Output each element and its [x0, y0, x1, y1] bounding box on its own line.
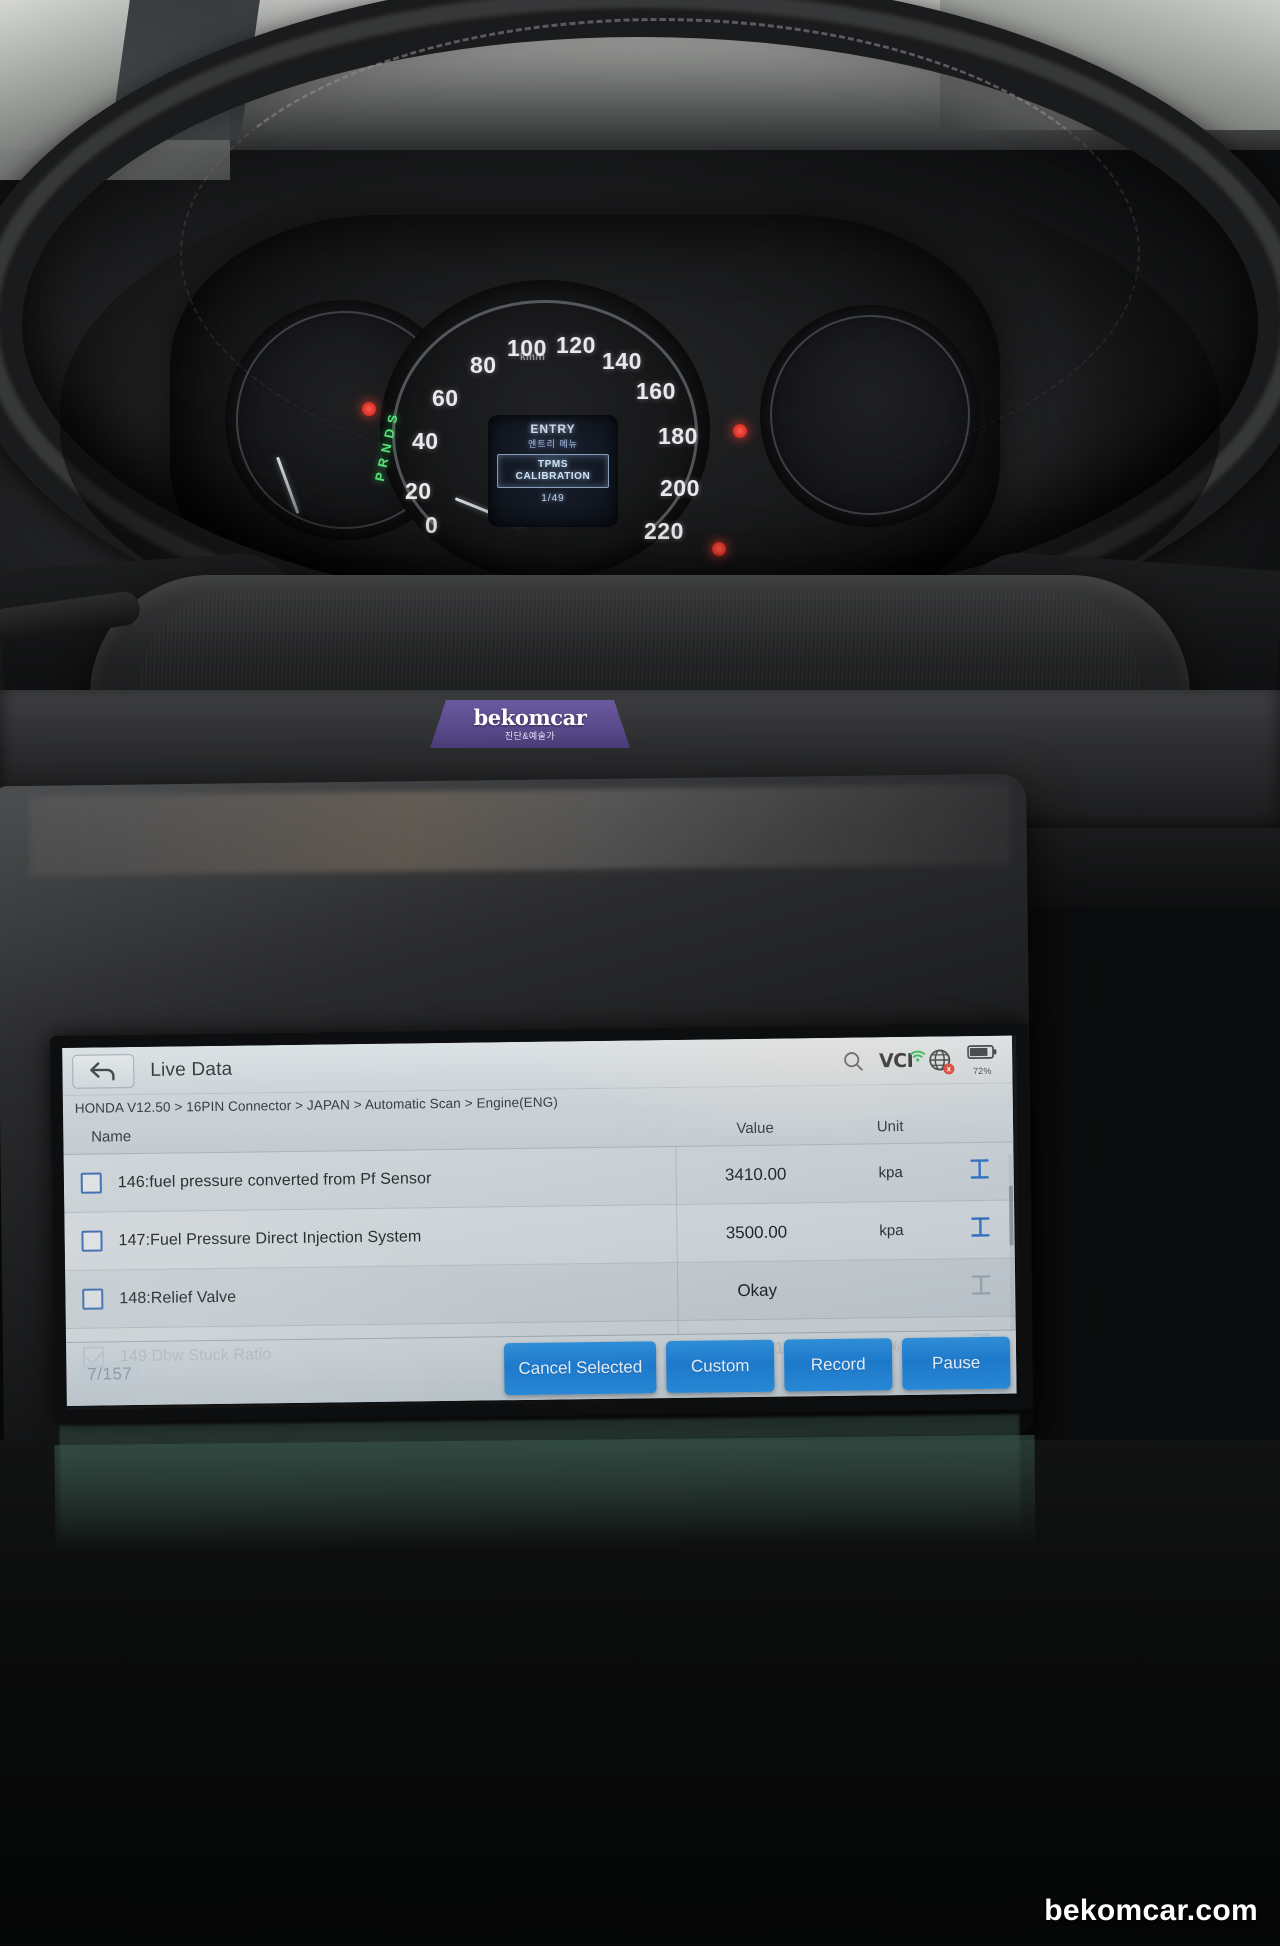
language-button[interactable]: x [927, 1047, 955, 1075]
graph-icon [971, 1275, 991, 1295]
custom-button[interactable]: Custom [665, 1339, 775, 1393]
scrollbar-thumb[interactable] [1008, 1185, 1014, 1246]
checkbox-unchecked[interactable] [81, 1288, 103, 1310]
selection-counter: 7/157 [78, 1360, 142, 1388]
column-header-graph [945, 1125, 1013, 1126]
row-checkbox[interactable] [64, 1172, 118, 1194]
header-icon-group: VCI x 72% [841, 1043, 999, 1077]
battery-percent: 72% [972, 1065, 992, 1076]
pause-button[interactable]: Pause [901, 1336, 1011, 1390]
checkbox-unchecked[interactable] [80, 1172, 102, 1194]
page-title: Live Data [150, 1058, 233, 1081]
column-header-unit: Unit [876, 1117, 904, 1136]
cancel-selected-button[interactable]: Cancel Selected [504, 1340, 657, 1395]
row-checkbox[interactable] [64, 1230, 118, 1252]
row-name: 148:Relief Valve [119, 1288, 237, 1307]
row-graph-button[interactable] [946, 1158, 1014, 1186]
row-unit: kpa [878, 1164, 903, 1182]
row-unit [837, 1288, 947, 1289]
wifi-icon [909, 1045, 926, 1067]
search-icon [843, 1051, 863, 1071]
footer-bar: 7/157 Cancel Selected Custom Record Pause [65, 1329, 1017, 1406]
globe-alert-badge: x [943, 1063, 955, 1075]
graph-icon [970, 1159, 989, 1179]
row-graph-button[interactable] [946, 1216, 1014, 1244]
column-header-value: Value [736, 1119, 774, 1138]
graph-icon [971, 1217, 990, 1237]
search-button[interactable] [841, 1049, 865, 1073]
battery-indicator[interactable]: 72% [966, 1043, 998, 1076]
footer-button-group: Cancel Selected Custom Record Pause [504, 1336, 1011, 1395]
row-graph-button [947, 1274, 1015, 1302]
badge-subtitle: 진단&예술가 [504, 730, 556, 741]
column-header-name: Name [91, 1128, 132, 1146]
checkbox-unchecked[interactable] [80, 1230, 103, 1252]
badge-brand: bekomcar [473, 704, 587, 730]
tablet-glare [29, 784, 1011, 876]
screen-reflection [59, 1414, 1021, 1546]
row-checkbox[interactable] [65, 1288, 119, 1310]
site-watermark: bekomcar.com [1044, 1894, 1258, 1927]
diagnostic-tablet-screen: Live Data VCI x 72% HONDA V12.50 > 16PIN… [62, 1035, 1017, 1406]
dashboard-photo: 0 20 40 60 80 100 120 140 160 180 200 22… [0, 0, 1280, 1946]
record-button[interactable]: Record [783, 1337, 893, 1392]
back-button[interactable] [72, 1053, 135, 1089]
back-arrow-icon [90, 1061, 115, 1081]
battery-icon [967, 1044, 997, 1059]
row-unit: kpa [879, 1222, 904, 1240]
row-value: 3500.00 [725, 1222, 788, 1242]
row-value: Okay [737, 1280, 778, 1300]
bekomcar-badge: bekomcar 진단&예술가 [430, 700, 630, 748]
vci-status-button[interactable]: VCI [879, 1049, 926, 1072]
row-value: 3410.00 [724, 1164, 787, 1184]
row-name: 146:fuel pressure converted from Pf Sens… [117, 1169, 432, 1191]
row-name: 147:Fuel Pressure Direct Injection Syste… [118, 1227, 422, 1249]
